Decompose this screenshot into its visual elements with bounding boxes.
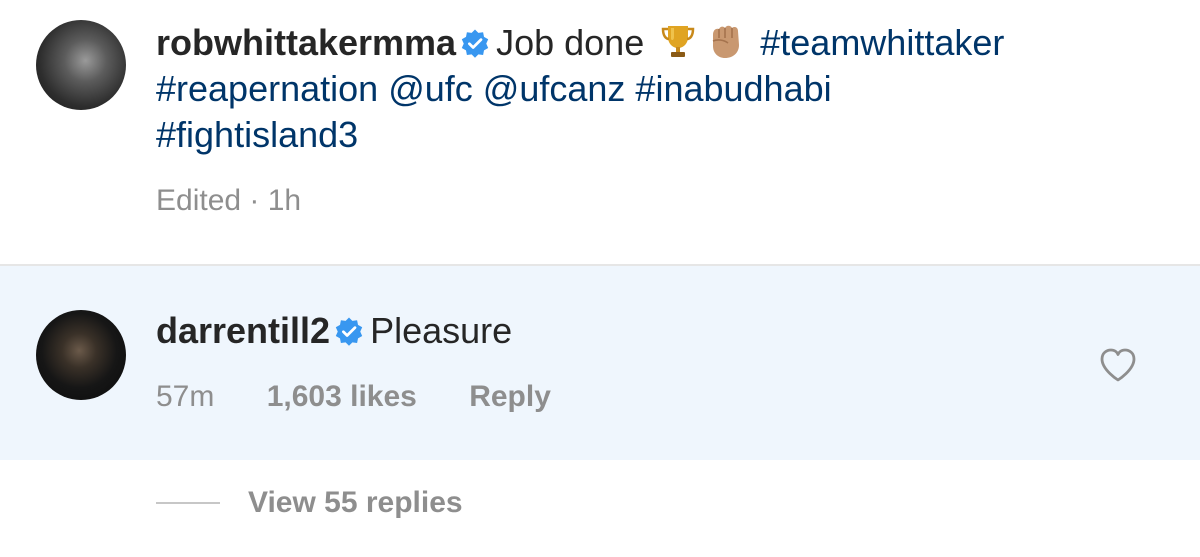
trophy-icon — [661, 26, 695, 57]
hashtag-link[interactable]: #reapernation — [156, 68, 378, 109]
verified-badge-icon — [461, 29, 489, 58]
view-replies-button[interactable]: View 55 replies — [156, 486, 463, 520]
highlighted-comment: darrentill2 Pleasure 57m 1,603 likes Rep… — [0, 266, 1200, 460]
comment-username[interactable]: darrentill2 — [156, 310, 330, 351]
comment-meta: 57m 1,603 likes Reply — [156, 380, 595, 414]
mention-link[interactable]: @ufcanz — [483, 68, 626, 109]
comment-likes[interactable]: 1,603 likes — [267, 380, 417, 413]
avatar[interactable] — [36, 20, 126, 110]
comment-time: 57m — [156, 380, 215, 413]
hashtag-link[interactable]: #teamwhittaker — [760, 22, 1004, 63]
verified-badge-icon — [335, 317, 363, 346]
caption-text: Job done — [496, 22, 645, 63]
replies-divider — [156, 502, 220, 504]
mention-link[interactable]: @ufc — [388, 68, 473, 109]
like-heart-icon[interactable] — [1098, 346, 1138, 384]
reply-button[interactable]: Reply — [469, 380, 551, 413]
post-username[interactable]: robwhittakermma — [156, 22, 456, 63]
caption-section: robwhittakermma Job done #teamwhittaker … — [0, 0, 1200, 266]
caption: robwhittakermma Job done #teamwhittaker … — [156, 20, 1166, 158]
hashtag-link[interactable]: #inabudhabi — [635, 68, 831, 109]
avatar[interactable] — [36, 310, 126, 400]
post-meta: Edited · 1h — [156, 184, 302, 217]
hashtag-link[interactable]: #fightisland3 — [156, 114, 358, 155]
comment-text: Pleasure — [370, 310, 513, 351]
comment-body: darrentill2 Pleasure — [156, 308, 512, 354]
fist-icon — [712, 25, 740, 58]
view-replies-label[interactable]: View 55 replies — [248, 486, 463, 520]
